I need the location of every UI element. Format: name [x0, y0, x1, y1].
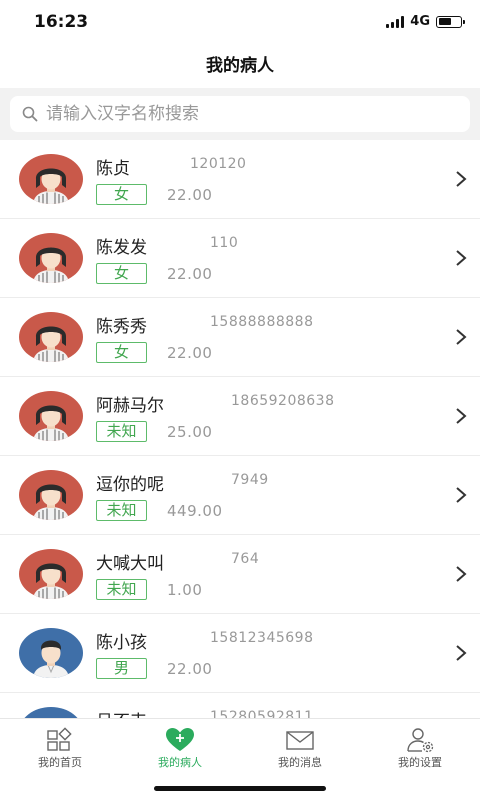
search-box[interactable] [10, 96, 470, 132]
patient-row[interactable]: 陈贞 120120 女 22.00 [0, 140, 480, 219]
avatar [19, 233, 83, 283]
chevron-right-icon [456, 645, 467, 661]
avatar [19, 391, 83, 441]
battery-icon [436, 15, 465, 28]
avatar [19, 707, 83, 718]
page-title: 我的病人 [206, 56, 274, 76]
patient-row[interactable]: 陈秀秀 15888888888 女 22.00 [0, 298, 480, 377]
gender-tag: 未知 [96, 500, 147, 521]
patient-phone: 15888888888 [210, 314, 314, 330]
patient-phone: 7949 [231, 472, 269, 488]
gender-tag: 女 [96, 342, 147, 363]
male-avatar-icon [19, 628, 83, 678]
tab-patients[interactable]: 我的病人 [120, 719, 240, 775]
patient-row[interactable]: 陈小孩 15812345698 男 22.00 [0, 614, 480, 693]
avatar [19, 154, 83, 204]
patient-name: 陈贞 [96, 159, 130, 179]
patient-phone: 15280592811 [210, 709, 314, 718]
signal-icon [386, 15, 405, 28]
patient-age: 22.00 [167, 265, 213, 283]
chevron-right-icon [456, 408, 467, 424]
avatar [19, 312, 83, 362]
patient-row[interactable]: 逗你的呢 7949 未知 449.00 [0, 456, 480, 535]
patient-age: 1.00 [167, 581, 203, 599]
patient-name: 大喊大叫 [96, 554, 164, 574]
chevron-right-icon [456, 250, 467, 266]
female-avatar-icon [19, 154, 83, 204]
home-indicator [154, 786, 326, 791]
avatar [19, 470, 83, 520]
patient-phone: 18659208638 [231, 393, 335, 409]
gender-tag: 男 [96, 658, 147, 679]
patient-name: 陈秀秀 [96, 317, 147, 337]
gender-tag: 女 [96, 263, 147, 284]
patient-phone: 764 [231, 551, 260, 567]
patient-age: 22.00 [167, 344, 213, 362]
status-bar: 16:23 4G [0, 0, 480, 44]
avatar [19, 549, 83, 599]
patient-age: 22.00 [167, 186, 213, 204]
patient-row[interactable]: 大喊大叫 764 未知 1.00 [0, 535, 480, 614]
tab-messages[interactable]: 我的消息 [240, 719, 360, 775]
patient-age: 25.00 [167, 423, 213, 441]
tab-label: 我的首页 [38, 756, 82, 769]
nav-bar: 我的病人 [0, 44, 480, 88]
patient-name: 逗你的呢 [96, 475, 164, 495]
patient-name: 阿赫马尔 [96, 396, 164, 416]
patient-name: 吕不韦 [96, 707, 147, 718]
female-avatar-icon [19, 391, 83, 441]
chevron-right-icon [456, 171, 467, 187]
female-avatar-icon [19, 312, 83, 362]
gender-tag: 未知 [96, 421, 147, 442]
tab-label: 我的设置 [398, 756, 442, 769]
gender-tag: 女 [96, 184, 147, 205]
patient-phone: 120120 [190, 156, 247, 172]
avatar [19, 628, 83, 678]
search-bar [0, 88, 480, 140]
tab-home[interactable]: 我的首页 [0, 719, 120, 775]
search-input[interactable] [46, 104, 470, 124]
patient-name: 陈发发 [96, 238, 147, 258]
tab-settings[interactable]: 我的设置 [360, 719, 480, 775]
patient-row[interactable]: 吕不韦 15280592811 [0, 693, 480, 718]
home-grid-icon [47, 727, 72, 751]
status-time: 16:23 [34, 12, 89, 32]
chevron-right-icon [456, 487, 467, 503]
female-avatar-icon [19, 470, 83, 520]
female-avatar-icon [19, 233, 83, 283]
user-settings-icon [407, 728, 434, 753]
tab-label: 我的消息 [278, 756, 322, 769]
network-type: 4G [410, 14, 430, 29]
patient-phone: 15812345698 [210, 630, 314, 646]
patient-row[interactable]: 阿赫马尔 18659208638 未知 25.00 [0, 377, 480, 456]
patient-row[interactable]: 陈发发 110 女 22.00 [0, 219, 480, 298]
patient-list: 陈贞 120120 女 22.00 陈发发 110 女 22.00 陈秀秀 15888888888… [0, 140, 480, 718]
patient-age: 22.00 [167, 660, 213, 678]
female-avatar-icon [19, 549, 83, 599]
patient-name: 陈小孩 [96, 633, 147, 653]
male-avatar-icon [19, 707, 83, 718]
mail-icon [286, 731, 314, 750]
chevron-right-icon [456, 566, 467, 582]
heart-plus-icon [166, 728, 194, 751]
search-icon [22, 106, 38, 122]
status-indicators: 4G [386, 14, 465, 29]
patient-age: 449.00 [167, 502, 223, 520]
patient-phone: 110 [210, 235, 239, 251]
gender-tag: 未知 [96, 579, 147, 600]
chevron-right-icon [456, 329, 467, 345]
tab-label: 我的病人 [158, 756, 202, 769]
